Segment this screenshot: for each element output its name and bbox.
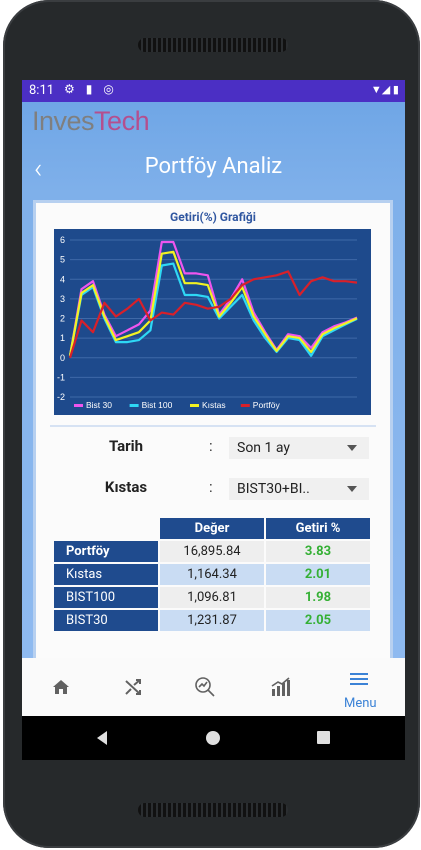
top-speaker xyxy=(138,38,288,52)
table-row: BIST30 1,231.87 2.05 xyxy=(54,610,370,631)
nav-analysis[interactable] xyxy=(190,672,220,702)
legend-swatch xyxy=(74,404,83,407)
benchmark-label: Kıstas xyxy=(104,478,148,496)
table-row: Kıstas 1,164.34 2.01 xyxy=(54,564,370,585)
home-icon xyxy=(53,680,69,694)
nav-transfer[interactable] xyxy=(118,672,148,702)
date-colon: : xyxy=(209,437,213,455)
table-row: BIST100 1,096.81 1.98 xyxy=(54,587,370,608)
status-notification-icons: ⚙ ▮ ◎ xyxy=(64,82,118,96)
y-tick-label: -1 xyxy=(57,372,65,382)
recents-square-icon[interactable] xyxy=(316,730,332,746)
app-content: InvesTech ‹ Portföy Analiz Getiri(%) Gra… xyxy=(22,102,405,658)
row-value: 1,164.34 xyxy=(160,564,264,585)
home-circle-icon[interactable] xyxy=(204,729,222,747)
nav-reports[interactable] xyxy=(265,672,295,702)
y-tick-label: -2 xyxy=(57,392,65,402)
screen: 8:11 ⚙ ▮ ◎ ▼◢ ▮ InvesTech ‹ Portföy Anal… xyxy=(22,80,405,760)
table-header-row: Değer Getiri % xyxy=(54,518,370,539)
y-tick-label: 5 xyxy=(60,255,65,265)
nav-home[interactable] xyxy=(46,672,76,702)
table-row: Portföy 16,895.84 3.83 xyxy=(54,541,370,562)
search-icon xyxy=(195,677,215,697)
bottom-nav: Menu xyxy=(22,658,405,716)
status-system-icons: ▼◢ ▮ xyxy=(370,83,399,96)
table-corner xyxy=(54,518,158,539)
row-return: 2.05 xyxy=(266,610,370,631)
phone-frame: 8:11 ⚙ ▮ ◎ ▼◢ ▮ InvesTech ‹ Portföy Anal… xyxy=(3,0,420,848)
row-label: Kıstas xyxy=(54,564,158,585)
legend-swatch xyxy=(190,404,199,407)
legend-label: Portföy xyxy=(253,400,281,410)
date-dropdown-value: Son 1 ay xyxy=(237,440,290,456)
legend-label: Bist 30 xyxy=(86,400,112,410)
y-tick-label: 2 xyxy=(60,314,65,324)
nav-menu[interactable] xyxy=(344,668,374,698)
row-label: BIST30 xyxy=(54,610,158,631)
y-tick-label: 1 xyxy=(60,333,65,343)
status-time: 8:11 xyxy=(29,83,55,98)
nav-menu-label[interactable]: Menu xyxy=(344,696,377,711)
app-logo: InvesTech xyxy=(32,106,150,136)
series-line xyxy=(68,262,358,357)
legend-swatch xyxy=(240,404,250,407)
row-value: 1,231.87 xyxy=(160,610,264,631)
series-line xyxy=(68,250,358,356)
row-return: 2.01 xyxy=(266,564,370,585)
benchmark-dropdown[interactable]: BIST30+BI.. xyxy=(229,478,369,500)
chevron-down-icon xyxy=(347,445,357,451)
chevron-down-icon xyxy=(347,486,357,492)
y-tick-label: 3 xyxy=(60,294,65,304)
chart-svg: -2 -1 0 1 2 3 4 5 6 Bist 30 Bist 100 Kıstas Portföy xyxy=(57,235,358,410)
row-label: Portföy xyxy=(54,541,158,562)
bottom-speaker xyxy=(138,803,288,817)
column-header-value: Değer xyxy=(160,518,264,539)
shuffle-icon xyxy=(125,679,141,695)
row-return: 3.83 xyxy=(266,541,370,562)
date-dropdown[interactable]: Son 1 ay xyxy=(229,437,369,459)
column-header-return: Getiri % xyxy=(266,518,370,539)
menu-icon xyxy=(350,673,368,685)
returns-table: Değer Getiri % Portföy 16,895.84 3.83 Kı… xyxy=(52,516,372,633)
row-return: 1.98 xyxy=(266,587,370,608)
row-value: 16,895.84 xyxy=(160,541,264,562)
benchmark-dropdown-value: BIST30+BI.. xyxy=(237,481,310,497)
y-tick-label: 6 xyxy=(60,235,65,245)
row-label: BIST100 xyxy=(54,587,158,608)
row-value: 1,096.81 xyxy=(160,587,264,608)
system-nav-bar xyxy=(22,716,405,760)
section-divider xyxy=(50,425,376,427)
chart-icon xyxy=(271,677,290,696)
benchmark-colon: : xyxy=(209,478,213,496)
legend-label: Bist 100 xyxy=(142,400,173,410)
legend-swatch xyxy=(129,404,139,407)
portfolio-card: Getiri(%) Grafiği -2 -1 0 1 2 3 4 5 6 Bist 30 Bist… xyxy=(36,203,390,658)
status-bar: 8:11 ⚙ ▮ ◎ ▼◢ ▮ xyxy=(22,80,405,102)
page-title: Portföy Analiz xyxy=(144,154,283,179)
chart-title: Getiri(%) Grafiği xyxy=(170,210,256,224)
y-tick-label: 0 xyxy=(60,353,65,363)
y-tick-label: 4 xyxy=(60,274,65,284)
back-triangle-icon[interactable] xyxy=(94,729,112,747)
legend-label: Kıstas xyxy=(202,400,226,410)
returns-chart: -2 -1 0 1 2 3 4 5 6 Bist 30 Bist 100 Kıstas Portföy xyxy=(54,229,371,415)
date-label: Tarih xyxy=(108,437,144,455)
